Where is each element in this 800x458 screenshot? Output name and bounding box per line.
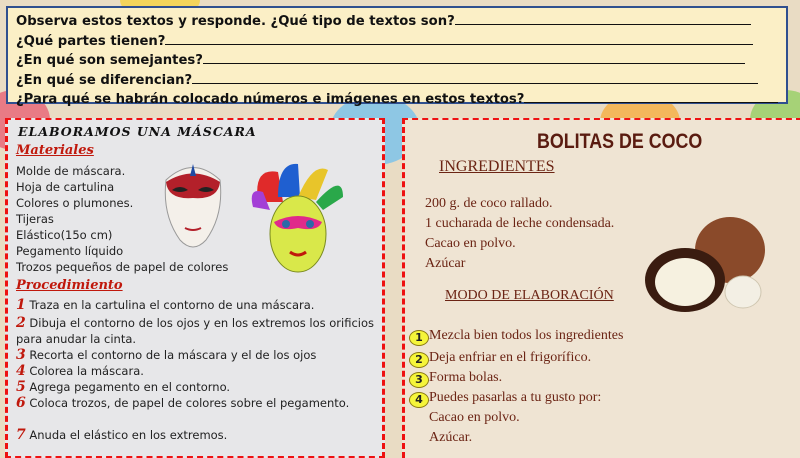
question-line: Observa estos textos y responde. ¿Qué ti… bbox=[16, 12, 778, 32]
step-number-circle: 2 bbox=[409, 352, 429, 368]
ingredient-item: 1 cucharada de leche condensada. bbox=[425, 216, 615, 231]
option-item: Cacao en polvo. bbox=[429, 410, 520, 425]
material-item: Tijeras bbox=[16, 212, 54, 226]
step-number-circle: 4 bbox=[409, 392, 429, 408]
mask-title: ELABORAMOS UNA MÁSCARA bbox=[18, 124, 257, 139]
procedure-step: 3 Recorta el contorno de la máscara y el… bbox=[16, 347, 317, 363]
step-number-circle: 1 bbox=[409, 330, 429, 346]
question-line: ¿Para qué se habrán colocado números e i… bbox=[16, 90, 778, 110]
procedure-step: 6 Coloca trozos, de papel de colores sob… bbox=[16, 395, 350, 411]
material-item: Pegamento líquido bbox=[16, 244, 124, 258]
method-step: Mezcla bien todos los ingredientes bbox=[429, 328, 624, 343]
materials-heading: Materiales bbox=[16, 143, 94, 158]
answer-blank[interactable] bbox=[454, 12, 751, 25]
colorful-mask-image bbox=[251, 163, 343, 273]
method-step: Puedes pasarlas a tu gusto por: bbox=[429, 390, 602, 405]
ingredient-item: 200 g. de coco rallado. bbox=[425, 196, 553, 211]
procedure-heading: Procedimiento bbox=[16, 278, 123, 293]
answer-blank[interactable] bbox=[524, 90, 778, 103]
question-line: ¿En qué se diferencian? bbox=[16, 71, 778, 91]
mask-instructions-panel: ELABORAMOS UNA MÁSCARA Materiales Molde … bbox=[5, 118, 385, 458]
procedure-step: 7 Anuda el elástico en los extremos. bbox=[16, 427, 228, 443]
ingredient-item: Cacao en polvo. bbox=[425, 236, 516, 251]
method-step: Forma bolas. bbox=[429, 370, 503, 385]
recipe-panel: BOLITAS DE COCO INGREDIENTES 200 g. de c… bbox=[402, 118, 800, 458]
procedure-step: 1 Traza en la cartulina el contorno de u… bbox=[16, 297, 315, 313]
method-step: Deja enfriar en el frigorífico. bbox=[429, 350, 592, 365]
procedure-step: 5 Agrega pegamento en el contorno. bbox=[16, 379, 231, 395]
questions-box: Observa estos textos y responde. ¿Qué ti… bbox=[6, 6, 788, 107]
answer-blank[interactable] bbox=[192, 71, 759, 84]
material-item: Trozos pequeños de papel de colores bbox=[16, 260, 229, 274]
material-item: Hoja de cartulina bbox=[16, 180, 115, 194]
step-number-circle: 3 bbox=[409, 372, 429, 388]
answer-blank[interactable] bbox=[165, 32, 754, 45]
procedure-step: 4 Colorea la máscara. bbox=[16, 363, 144, 379]
venetian-mask-image bbox=[164, 164, 222, 248]
ingredients-heading: INGREDIENTES bbox=[439, 158, 555, 175]
material-item: Molde de máscara. bbox=[16, 164, 126, 178]
coconut-balls-image bbox=[645, 217, 765, 312]
answer-blank[interactable] bbox=[202, 51, 745, 64]
method-heading: MODO DE ELABORACIÓN bbox=[445, 288, 614, 303]
procedure-step: 2 Dibuja el contorno de los ojos y en lo… bbox=[16, 315, 374, 346]
material-item: Colores o plumones. bbox=[16, 196, 134, 210]
recipe-title: BOLITAS DE COCO bbox=[537, 130, 703, 153]
question-line: ¿En qué son semejantes? bbox=[16, 51, 778, 71]
question-line: ¿Qué partes tienen? bbox=[16, 32, 778, 52]
material-item: Elástico(15o cm) bbox=[16, 228, 113, 242]
option-item: Azúcar. bbox=[429, 430, 473, 445]
ingredient-item: Azúcar bbox=[425, 256, 466, 271]
